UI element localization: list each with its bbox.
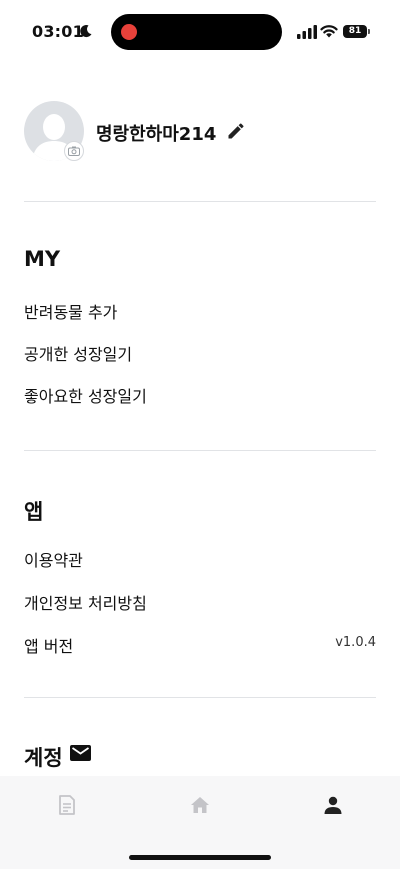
nickname: 명랑한하마214: [96, 124, 217, 145]
divider: [24, 450, 376, 451]
app-version-value: v1.0.4: [335, 635, 376, 650]
status-bar: 03:01 81: [0, 0, 400, 64]
tab-diary[interactable]: [47, 790, 87, 820]
signal-icon: [297, 25, 317, 39]
battery-icon: 81: [343, 25, 367, 38]
menu-item-public-diaries[interactable]: 공개한 성장일기: [24, 341, 376, 369]
home-icon: [191, 797, 209, 813]
menu-item-terms[interactable]: 이용약관: [24, 547, 376, 575]
menu-item-label: 좋아요한 성장일기: [24, 387, 147, 406]
menu-item-app-version: 앱 버전 v1.0.4: [24, 633, 376, 661]
change-photo-button[interactable]: [64, 141, 84, 161]
menu-item-label: 이용약관: [24, 551, 83, 570]
section-title-app: 앱: [24, 500, 44, 524]
menu-item-privacy-policy[interactable]: 개인정보 처리방침: [24, 590, 376, 618]
camera-icon: [68, 146, 80, 156]
wifi-icon: [320, 25, 338, 38]
tab-home[interactable]: [180, 790, 220, 820]
recording-indicator-icon: [121, 24, 137, 40]
dynamic-island: [111, 14, 282, 50]
moon-icon: [80, 25, 92, 38]
divider: [24, 201, 376, 202]
home-indicator: [129, 855, 271, 860]
mail-icon: [70, 745, 91, 761]
menu-item-label: 공개한 성장일기: [24, 345, 133, 364]
status-time: 03:01: [32, 22, 84, 41]
edit-nickname-icon[interactable]: [226, 121, 246, 141]
menu-item-label: 앱 버전: [24, 637, 74, 656]
section-title-account: 계정: [24, 746, 63, 770]
menu-item-label: 개인정보 처리방침: [24, 594, 147, 613]
menu-item-add-pet[interactable]: 반려동물 추가: [24, 299, 376, 327]
section-title-my: MY: [24, 247, 61, 271]
person-icon: [324, 796, 342, 814]
diary-icon: [59, 795, 75, 815]
menu-item-liked-diaries[interactable]: 좋아요한 성장일기: [24, 383, 376, 411]
menu-item-label: 반려동물 추가: [24, 303, 118, 322]
divider: [24, 697, 376, 698]
battery-tip: [368, 29, 370, 34]
tab-my-page[interactable]: [313, 790, 353, 820]
